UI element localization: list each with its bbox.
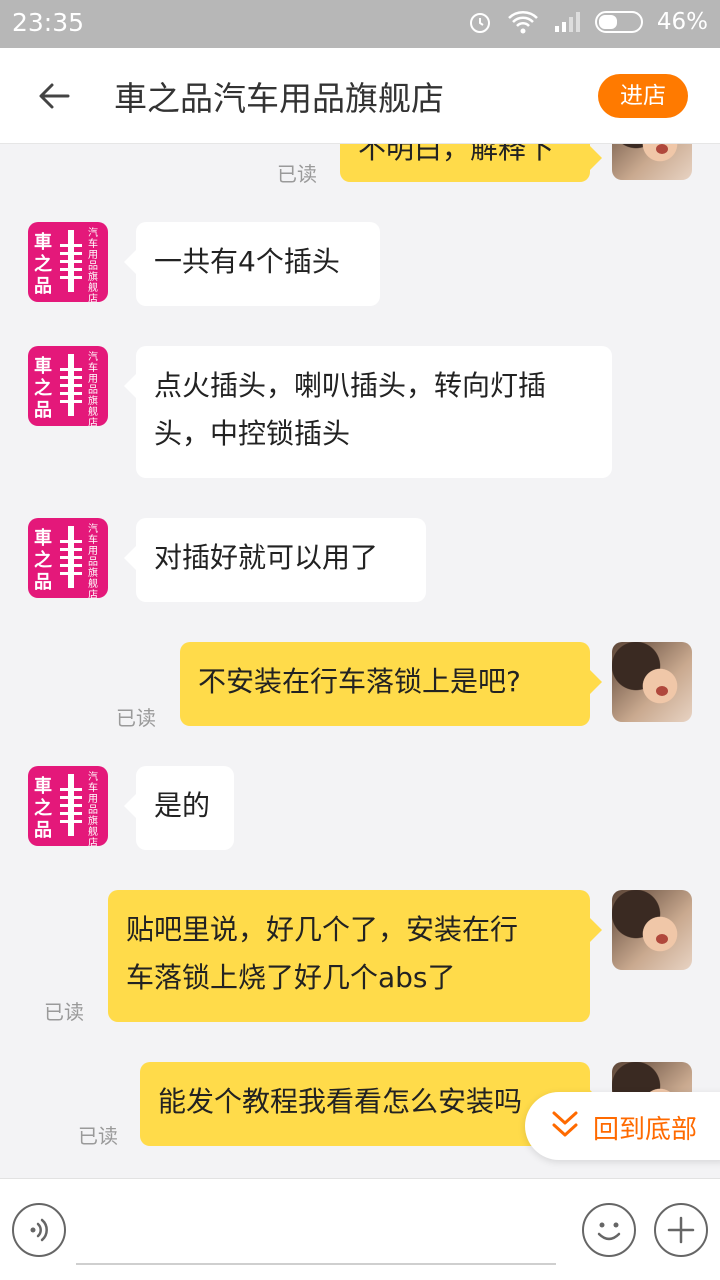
- message-bubble-right[interactable]: 能发个教程我看看怎么安装吗: [140, 1062, 602, 1146]
- enter-shop-button[interactable]: 进店: [598, 74, 688, 118]
- chat-messages[interactable]: 已读 不明白，解释下 車之品 汽车用品旗舰店 一共有4个插头 車之品 汽车用品旗…: [0, 144, 720, 1178]
- page-title: 車之品汽车用品旗舰店: [114, 79, 444, 118]
- message-bubble-left[interactable]: 点火插头，喇叭插头，转向灯插 头，中控锁插头: [124, 346, 612, 478]
- message-text-line: 车落锁上烧了好几个abs了: [126, 961, 456, 994]
- voice-icon: [30, 1218, 48, 1242]
- back-arrow-icon[interactable]: [34, 76, 74, 116]
- user-avatar[interactable]: [612, 144, 692, 180]
- user-avatar[interactable]: [612, 890, 692, 970]
- message-bubble-left[interactable]: 是的: [124, 766, 234, 850]
- message-text-line: 点火插头，喇叭插头，转向灯插: [154, 369, 547, 402]
- message-text: 不安装在行车落锁上是吧?: [198, 665, 521, 698]
- message-bubble-right[interactable]: 不明白，解释下: [340, 144, 602, 182]
- battery-level: 46%: [656, 9, 708, 35]
- emoji-icon: [597, 1222, 621, 1241]
- read-status: 已读: [78, 1124, 118, 1148]
- shop-avatar[interactable]: 車之品 汽车用品旗舰店: [28, 222, 108, 302]
- wifi-icon: [508, 11, 538, 34]
- message-text: 能发个教程我看看怎么安装吗: [158, 1085, 523, 1118]
- message-bubble-right[interactable]: 贴吧里说，好几个了，安装在行 车落锁上烧了好几个abs了: [108, 890, 602, 1022]
- chat-header: 車之品汽车用品旗舰店 进店: [0, 48, 720, 144]
- back-to-bottom-label: 回到底部: [593, 1115, 698, 1145]
- double-chevron-down-icon: [552, 1111, 578, 1137]
- status-bar: 23:35 46%: [0, 0, 720, 48]
- message-bubble-left[interactable]: 一共有4个插头: [124, 222, 380, 306]
- message-text: 不明白，解释下: [358, 144, 555, 165]
- user-avatar[interactable]: [612, 642, 692, 722]
- more-button[interactable]: [654, 1203, 708, 1257]
- status-time: 23:35: [12, 8, 85, 37]
- read-status: 已读: [44, 1000, 84, 1024]
- message-input[interactable]: [76, 1263, 556, 1265]
- voice-button[interactable]: [12, 1203, 66, 1257]
- shop-avatar[interactable]: 車之品 汽车用品旗舰店: [28, 518, 108, 598]
- message-bubble-right[interactable]: 不安装在行车落锁上是吧?: [180, 642, 602, 726]
- alarm-icon: [469, 13, 490, 33]
- read-status: 已读: [277, 162, 317, 186]
- read-status: 已读: [116, 706, 156, 730]
- message-text: 是的: [154, 789, 211, 822]
- shop-avatar[interactable]: 車之品 汽车用品旗舰店: [28, 766, 108, 846]
- back-to-bottom-button[interactable]: 回到底部: [525, 1092, 720, 1160]
- emoji-button[interactable]: [582, 1203, 636, 1257]
- input-bar: [0, 1178, 720, 1280]
- plus-icon: [667, 1216, 695, 1244]
- signal-icon: [554, 12, 580, 32]
- message-bubble-left[interactable]: 对插好就可以用了: [124, 518, 426, 602]
- message-text: 对插好就可以用了: [154, 541, 379, 574]
- status-icons: 46%: [467, 9, 708, 35]
- message-text-line: 头，中控锁插头: [154, 417, 351, 450]
- message-text: 一共有4个插头: [154, 245, 340, 278]
- shop-avatar[interactable]: 車之品 汽车用品旗舰店: [28, 346, 108, 426]
- message-text-line: 贴吧里说，好几个了，安装在行: [126, 913, 519, 946]
- battery-icon: [594, 11, 643, 33]
